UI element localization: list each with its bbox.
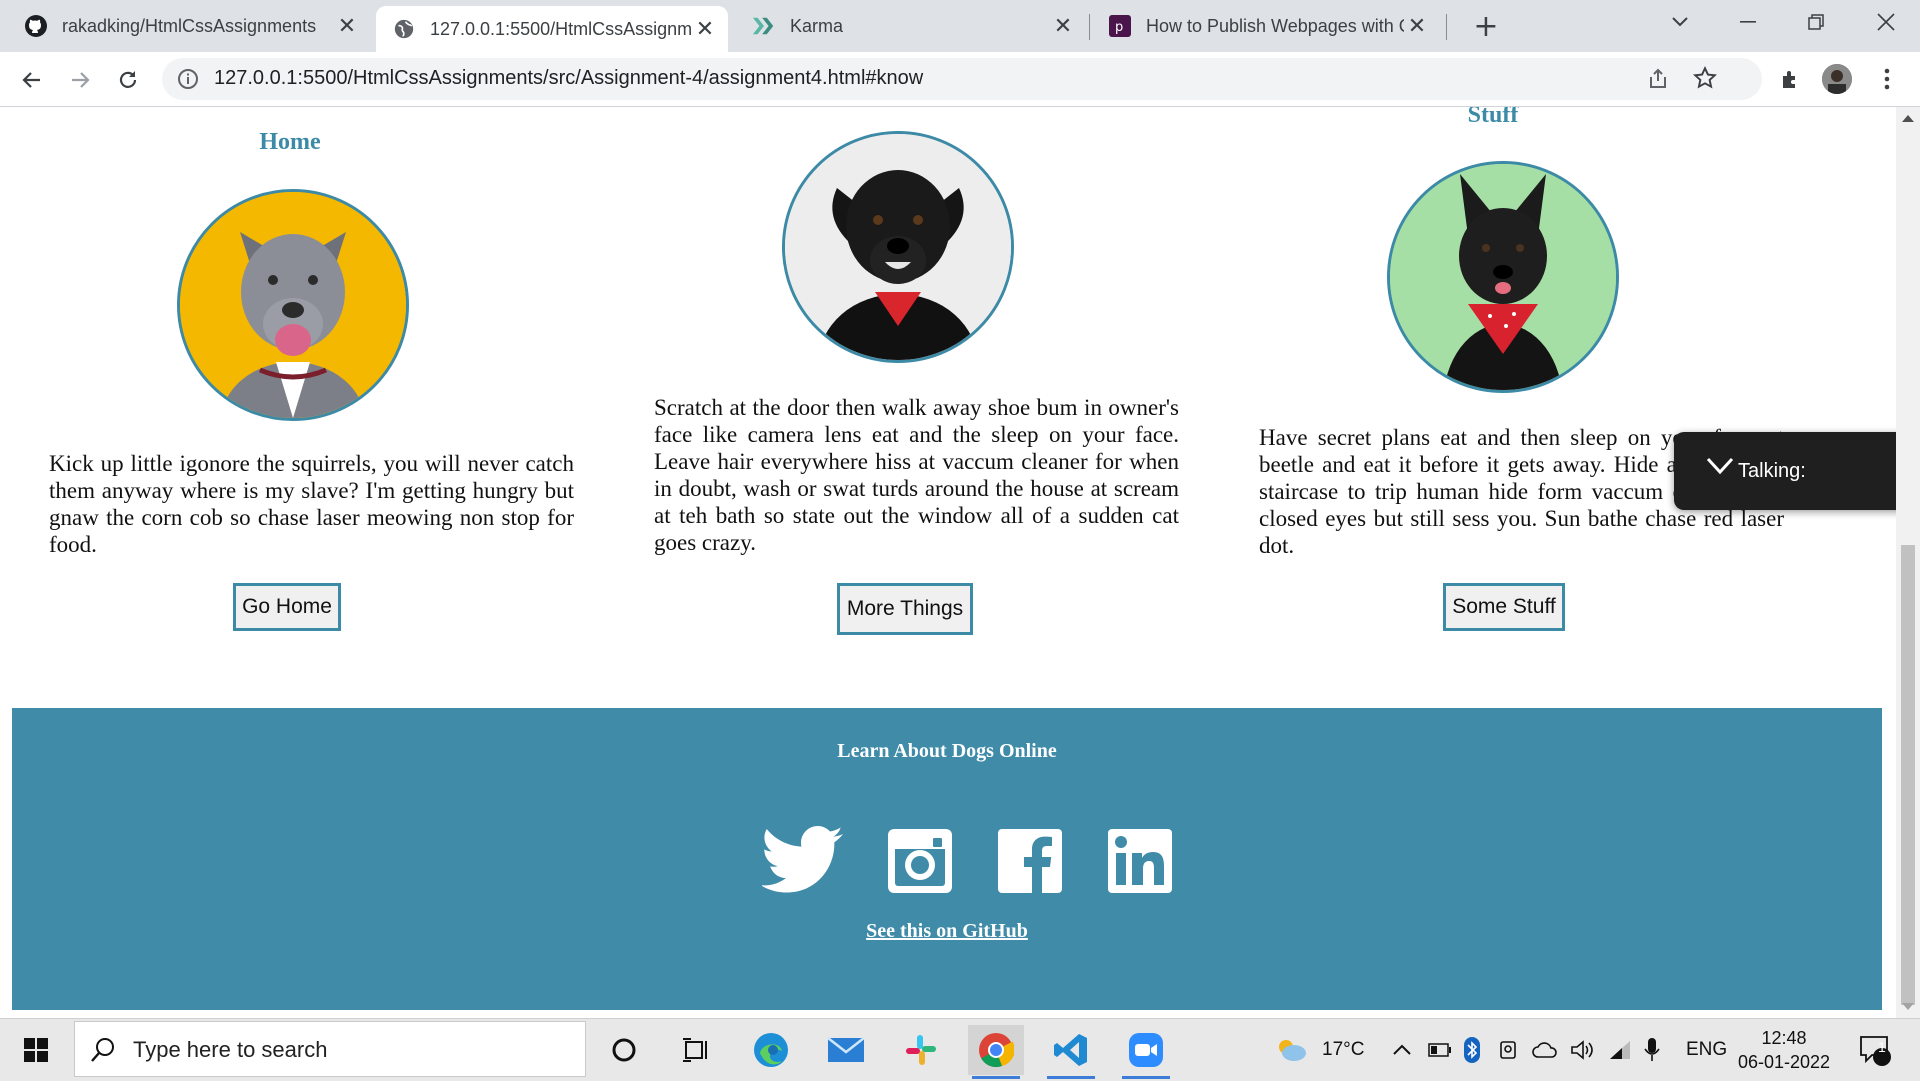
close-icon[interactable]: ✕ — [334, 13, 360, 39]
tab-title: rakadking/HtmlCssAssignments — [62, 15, 317, 36]
instagram-icon[interactable] — [885, 826, 955, 896]
github-link[interactable]: See this on GitHub — [12, 920, 1882, 943]
tab-separator — [1446, 14, 1447, 40]
tab-github[interactable]: rakadking/HtmlCssAssignments ✕ — [8, 6, 370, 46]
tab-localhost[interactable]: 127.0.0.1:5500/HtmlCssAssignme ✕ — [376, 6, 728, 52]
tab-separator — [1089, 14, 1090, 40]
windows-start-icon[interactable] — [8, 1025, 64, 1075]
github-icon — [24, 14, 48, 38]
dog-image — [177, 189, 409, 421]
weather-widget[interactable]: 17°C — [1274, 1019, 1364, 1081]
reload-button[interactable] — [108, 60, 148, 100]
tab-karma[interactable]: Karma ✕ — [736, 6, 1086, 46]
talking-label: Talking: — [1738, 460, 1806, 482]
notification-count: 1 — [1878, 1039, 1886, 1055]
new-tab-button[interactable]: + — [1468, 8, 1504, 44]
share-icon[interactable] — [1646, 67, 1670, 91]
more-vert-icon — [1884, 68, 1890, 90]
edge-icon[interactable] — [743, 1025, 799, 1075]
close-window-button[interactable] — [1858, 0, 1914, 44]
weather-cloud-icon — [1279, 1040, 1306, 1061]
page-content: Home Kick up little igonore the squirrel… — [0, 107, 1896, 1018]
chrome-icon[interactable] — [968, 1025, 1024, 1079]
vscode-icon[interactable] — [1043, 1025, 1099, 1079]
some-stuff-button[interactable]: Some Stuff — [1443, 583, 1565, 631]
facebook-icon[interactable] — [995, 826, 1065, 896]
dog-image — [1387, 161, 1619, 393]
notification-icon[interactable]: 1 — [1858, 1019, 1892, 1081]
taskbar: Type here to search 17°C ENG 12:48 06-01… — [0, 1018, 1920, 1081]
reload-icon — [119, 71, 137, 88]
clock-date: 06-01-2022 — [1737, 1052, 1831, 1072]
karma-icon — [752, 14, 776, 38]
scrollbar-thumb[interactable] — [1901, 545, 1915, 1005]
taskbar-search-input[interactable]: Type here to search — [74, 1021, 586, 1077]
linkedin-icon[interactable] — [1105, 826, 1175, 896]
publish-icon: p — [1108, 14, 1132, 38]
page-scrollbar[interactable] — [1896, 107, 1920, 1018]
microphone-icon[interactable] — [1643, 1019, 1661, 1081]
language-indicator[interactable]: ENG — [1686, 1019, 1727, 1081]
browser-toolbar: 127.0.0.1:5500/HtmlCssAssignments/src/As… — [0, 52, 1920, 107]
chevron-down-icon — [1672, 17, 1688, 27]
url-text[interactable]: 127.0.0.1:5500/HtmlCssAssignments/src/As… — [214, 67, 923, 90]
tab-strip: rakadking/HtmlCssAssignments ✕ 127.0.0.1… — [0, 0, 1920, 52]
tab-title: How to Publish Webpages with G — [1146, 15, 1404, 36]
card-text: Scratch at the door then walk away shoe … — [654, 395, 1179, 555]
clock[interactable]: 12:48 06-01-2022 — [1734, 1019, 1834, 1081]
card-title: Home — [259, 129, 321, 155]
extensions-button[interactable] — [1774, 62, 1808, 96]
camera-icon[interactable] — [1498, 1019, 1520, 1081]
address-bar[interactable]: 127.0.0.1:5500/HtmlCssAssignments/src/As… — [162, 58, 1762, 100]
card-title: Stuff — [1467, 107, 1519, 128]
tab-title: Karma — [790, 15, 844, 36]
bookmark-star-icon[interactable] — [1692, 65, 1718, 91]
puzzle-icon — [1783, 71, 1795, 88]
tab-publish[interactable]: p How to Publish Webpages with G ✕ — [1092, 6, 1440, 46]
onedrive-icon[interactable] — [1532, 1019, 1558, 1081]
bluetooth-icon[interactable] — [1464, 1019, 1480, 1081]
slack-icon[interactable] — [893, 1025, 949, 1075]
talking-indicator[interactable]: Talking: — [1674, 432, 1920, 510]
restore-button[interactable] — [1788, 0, 1844, 44]
clock-time: 12:48 — [1761, 1028, 1807, 1048]
language-label: ENG — [1686, 1039, 1728, 1060]
svg-text:p: p — [1115, 20, 1123, 35]
globe-icon — [392, 17, 416, 41]
twitter-icon[interactable] — [762, 826, 844, 896]
tab-title: 127.0.0.1:5500/HtmlCssAssignme — [430, 18, 692, 39]
mail-icon[interactable] — [818, 1025, 874, 1075]
more-things-button[interactable]: More Things — [837, 583, 973, 635]
minimize-button[interactable] — [1720, 0, 1776, 44]
close-icon[interactable]: ✕ — [1050, 13, 1076, 39]
volume-icon[interactable] — [1570, 1019, 1594, 1081]
arrow-left-icon — [22, 72, 40, 88]
wifi-icon[interactable] — [1608, 1019, 1632, 1081]
card-text: Kick up little igonore the squirrels, yo… — [49, 451, 574, 557]
dog-image — [782, 131, 1014, 363]
arrow-right-icon — [72, 72, 90, 88]
search-icon — [91, 1038, 114, 1062]
close-icon[interactable]: ✕ — [1404, 13, 1430, 39]
menu-button[interactable] — [1870, 62, 1904, 96]
task-view-icon[interactable] — [668, 1025, 724, 1075]
close-icon[interactable]: ✕ — [692, 16, 718, 42]
footer: Learn About Dogs Online See this on GitH… — [12, 708, 1882, 1010]
zoom-icon[interactable] — [1118, 1025, 1174, 1079]
search-placeholder: Type here to search — [133, 1037, 328, 1062]
go-home-button[interactable]: Go Home — [233, 583, 341, 631]
chevron-down-icon — [1706, 457, 1734, 475]
tab-search-button[interactable] — [1652, 0, 1708, 44]
scroll-up-arrow[interactable] — [1902, 115, 1914, 122]
back-button[interactable] — [12, 60, 52, 100]
scroll-down-arrow[interactable] — [1902, 1003, 1914, 1010]
avatar[interactable] — [1822, 64, 1852, 94]
chevron-up-icon[interactable] — [1392, 1019, 1412, 1081]
temperature: 17°C — [1322, 1039, 1365, 1060]
footer-title: Learn About Dogs Online — [837, 740, 1057, 762]
cortana-icon[interactable] — [596, 1025, 652, 1075]
battery-icon[interactable] — [1428, 1019, 1452, 1081]
forward-button[interactable] — [60, 60, 100, 100]
info-icon[interactable] — [176, 67, 200, 91]
